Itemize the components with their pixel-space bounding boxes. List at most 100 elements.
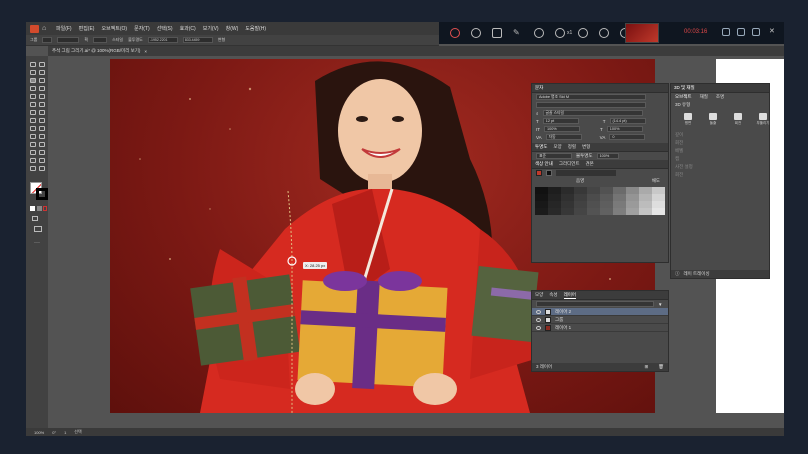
- harmony-rule-dropdown[interactable]: [556, 170, 616, 176]
- transform-label[interactable]: 변형: [218, 37, 225, 43]
- record-icon[interactable]: [450, 28, 460, 38]
- color-swatch[interactable]: [535, 208, 548, 215]
- zoom-tool-icon[interactable]: [39, 166, 45, 171]
- color-swatch[interactable]: [574, 201, 587, 208]
- artboard-tool-icon[interactable]: [30, 158, 36, 163]
- tab-properties[interactable]: 속성: [549, 292, 557, 298]
- subtab-material[interactable]: 재질: [700, 94, 708, 100]
- tab-transparency[interactable]: 투명도: [535, 144, 547, 150]
- tab-color-guide[interactable]: 색상 안내: [535, 161, 553, 167]
- menu-object[interactable]: 오브젝트(O): [101, 25, 127, 32]
- color-swatch[interactable]: [613, 187, 626, 194]
- home-icon[interactable]: ⌂: [42, 25, 50, 33]
- tab-3d-materials[interactable]: 3D 및 재질: [674, 85, 695, 91]
- zoom-out-icon[interactable]: [555, 28, 565, 38]
- font-size-field[interactable]: 12 pt: [542, 118, 579, 124]
- search-font-icon[interactable]: ⌕: [536, 111, 539, 116]
- rectangle-tool-icon[interactable]: [30, 94, 36, 99]
- horizontal-scale-field[interactable]: 100%: [606, 126, 643, 132]
- curvature-tool-icon[interactable]: [39, 78, 45, 83]
- line-tool-icon[interactable]: [39, 86, 45, 91]
- graph-tool-icon[interactable]: [39, 150, 45, 155]
- webcam-preview[interactable]: [625, 23, 659, 43]
- none-mode-icon[interactable]: [43, 206, 47, 211]
- visibility-eye-icon[interactable]: [536, 309, 541, 314]
- layer-name[interactable]: 레이어 1: [555, 325, 571, 331]
- color-swatch[interactable]: [652, 208, 665, 215]
- type-tool-icon[interactable]: [30, 86, 36, 91]
- color-swatch[interactable]: [626, 187, 639, 194]
- export-icon[interactable]: [722, 28, 730, 36]
- shape-builder-tool-icon[interactable]: [30, 126, 36, 131]
- color-swatch[interactable]: [548, 194, 561, 201]
- color-swatch[interactable]: [652, 187, 665, 194]
- pen-icon[interactable]: ✎: [513, 28, 523, 38]
- visibility-eye-icon[interactable]: [536, 325, 541, 330]
- y-field[interactable]: 833.4459: [182, 37, 213, 43]
- color-swatch[interactable]: [548, 208, 561, 215]
- screenshot-icon[interactable]: [492, 28, 502, 38]
- color-swatch[interactable]: [587, 201, 600, 208]
- zoom-field[interactable]: 100%: [34, 430, 44, 435]
- new-layer-icon[interactable]: ⊞: [645, 364, 649, 370]
- color-swatch[interactable]: [535, 187, 548, 194]
- tab-character[interactable]: 문자: [535, 85, 543, 91]
- color-swatch[interactable]: [613, 201, 626, 208]
- 3d-inflate-button[interactable]: 부풀리기: [752, 113, 774, 127]
- menu-effect[interactable]: 효과(C): [180, 25, 196, 32]
- gradient-mode-icon[interactable]: [37, 206, 42, 211]
- close-tab-icon[interactable]: ×: [144, 49, 147, 54]
- draw-mode-icon[interactable]: [32, 216, 38, 221]
- magic-wand-tool-icon[interactable]: [30, 70, 36, 75]
- free-transform-tool-icon[interactable]: [39, 118, 45, 123]
- color-swatch[interactable]: [561, 201, 574, 208]
- mesh-tool-icon[interactable]: [30, 134, 36, 139]
- color-swatch[interactable]: [613, 208, 626, 215]
- 3d-plane-button[interactable]: 평면: [677, 113, 699, 127]
- base-color-swatch[interactable]: [536, 170, 542, 176]
- cursor-icon[interactable]: [578, 28, 589, 38]
- tab-appearance-2[interactable]: 모양: [535, 292, 543, 298]
- color-swatch[interactable]: [639, 187, 652, 194]
- layer-row[interactable]: 그룹: [532, 316, 668, 324]
- menu-select[interactable]: 선택(S): [157, 25, 173, 32]
- pencil-tool-icon[interactable]: [30, 102, 36, 107]
- stroke-color-swatch[interactable]: [36, 188, 48, 200]
- fill-swatch[interactable]: [42, 37, 53, 43]
- color-swatch[interactable]: [626, 208, 639, 215]
- color-swatch[interactable]: [561, 194, 574, 201]
- visibility-eye-icon[interactable]: [536, 317, 541, 322]
- style-field[interactable]: [93, 37, 108, 43]
- opacity-field[interactable]: 100%: [596, 153, 619, 159]
- tab-swatches[interactable]: 견본: [586, 161, 594, 167]
- rotation-field[interactable]: 0°: [52, 430, 56, 435]
- layers-search-field[interactable]: [536, 301, 654, 307]
- eyedropper-tool-icon[interactable]: [30, 142, 36, 147]
- color-swatch[interactable]: [574, 187, 587, 194]
- font-style-dropdown[interactable]: 글꼴 스타일: [542, 110, 643, 116]
- tracking-field[interactable]: 0: [609, 134, 646, 140]
- x-field[interactable]: -1952.2201: [147, 37, 178, 43]
- menu-edit[interactable]: 편집(E): [79, 25, 95, 32]
- tab-align[interactable]: 정렬: [568, 144, 576, 150]
- monitor-icon[interactable]: [752, 28, 760, 36]
- color-swatch[interactable]: [613, 194, 626, 201]
- drop-icon[interactable]: [599, 28, 610, 38]
- color-swatch[interactable]: [587, 194, 600, 201]
- menu-type[interactable]: 문자(T): [134, 25, 150, 32]
- brush-tool-icon[interactable]: [39, 94, 45, 99]
- leading-field[interactable]: (14.4 pt): [609, 118, 646, 124]
- perspective-tool-icon[interactable]: [39, 126, 45, 131]
- color-swatch[interactable]: [535, 201, 548, 208]
- ray-tracing-icon[interactable]: ⓘ: [675, 271, 680, 277]
- color-swatch[interactable]: [600, 201, 613, 208]
- color-swatch[interactable]: [600, 187, 613, 194]
- 3d-extrude-button[interactable]: 돌출: [702, 113, 724, 127]
- zoom-in-icon[interactable]: [534, 28, 544, 38]
- rotate-tool-icon[interactable]: [30, 110, 36, 115]
- color-swatch[interactable]: [652, 201, 665, 208]
- 3d-revolve-button[interactable]: 회전: [727, 113, 749, 127]
- direct-selection-tool-icon[interactable]: [39, 62, 45, 67]
- color-swatch[interactable]: [574, 194, 587, 201]
- close-recorder-icon[interactable]: ✕: [769, 28, 777, 36]
